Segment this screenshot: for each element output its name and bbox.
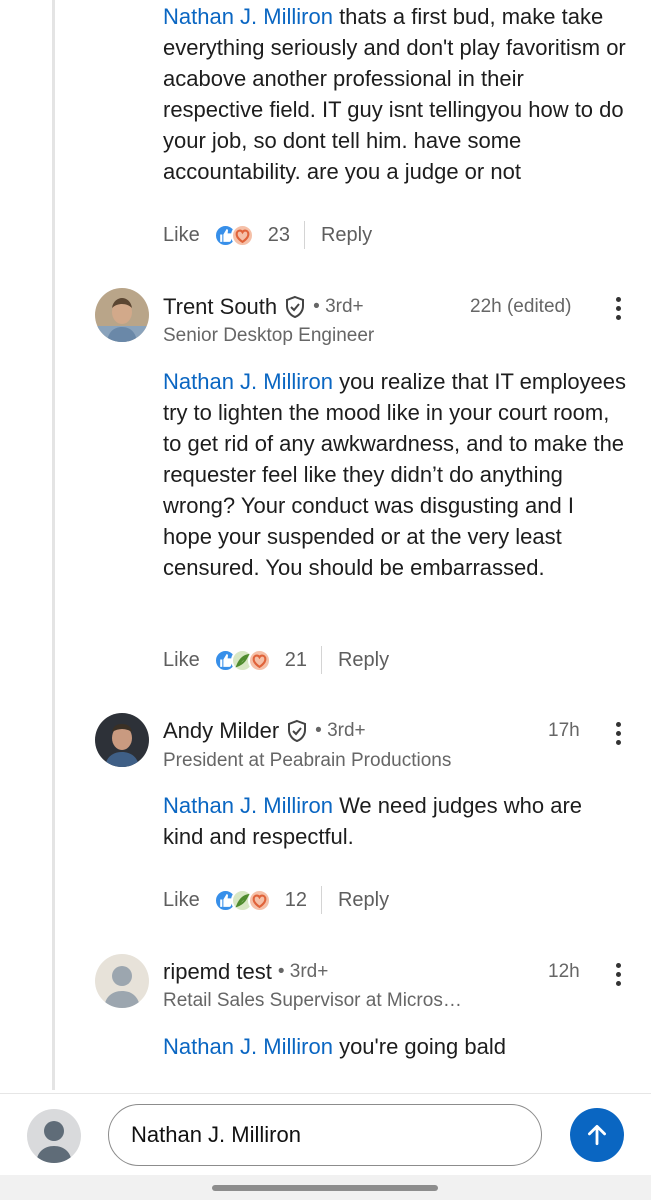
avatar[interactable] [95,954,149,1008]
connection-degree: • 3rd+ [315,720,366,741]
reply-button[interactable]: Reply [338,649,389,672]
send-arrow-icon [588,1124,606,1146]
mention-link[interactable]: Nathan J. Milliron [163,369,333,394]
reaction-count[interactable]: 23 [268,224,290,247]
like-button[interactable]: Like [163,224,200,247]
comment-body: Nathan J. Milliron you realize that IT e… [163,366,628,583]
comment-body: Nathan J. Milliron you're going bald [163,1031,628,1062]
mention-link[interactable]: Nathan J. Milliron [163,1034,333,1059]
comment-actions: Like 23 Reply [163,218,372,252]
author-headline: Senior Desktop Engineer [163,325,375,346]
thread-line [52,0,55,1090]
more-vertical-icon[interactable] [608,718,628,748]
divider [320,886,322,914]
love-icon [247,888,271,912]
comment-text: thats a first bud, make take everything … [163,4,626,184]
reaction-count[interactable]: 21 [285,649,307,672]
reactions-summary[interactable] [213,648,271,672]
reply-button[interactable]: Reply [338,889,389,912]
author-name[interactable]: Andy Milder [163,718,279,744]
connection-degree: • 3rd+ [313,296,364,317]
more-vertical-icon[interactable] [608,293,628,323]
author-name[interactable]: Trent South [163,294,277,320]
love-icon [247,648,271,672]
send-button[interactable] [570,1108,624,1162]
avatar[interactable] [95,713,149,767]
comment-input[interactable]: Nathan J. Milliron [108,1104,542,1166]
verified-shield-icon [288,719,307,743]
divider [303,221,305,249]
mention-link[interactable]: Nathan J. Milliron [163,793,333,818]
divider [320,646,322,674]
comment-composer: Nathan J. Milliron [0,1093,651,1175]
like-button[interactable]: Like [163,649,200,672]
comment-text: you're going bald [332,1034,506,1059]
avatar[interactable] [95,288,149,342]
timestamp: 17h [548,720,580,741]
comment-body: Nathan J. Milliron thats a first bud, ma… [163,1,628,187]
comment-header: Andy Milder • 3rd+ [163,716,366,746]
reactions-summary[interactable] [213,888,271,912]
reactions-summary[interactable] [213,223,254,247]
like-button[interactable]: Like [163,889,200,912]
reaction-count[interactable]: 12 [285,889,307,912]
reply-button[interactable]: Reply [321,224,372,247]
connection-degree: • 3rd+ [277,961,329,982]
author-headline: Retail Sales Supervisor at Micros… [163,990,462,1011]
more-vertical-icon[interactable] [608,959,628,989]
love-icon [230,223,254,247]
comment-header: Trent South • 3rd+ [163,292,364,322]
avatar[interactable] [27,1109,81,1163]
system-nav-bar [0,1175,651,1200]
comment-header: ripemd test • 3rd+ [163,957,328,987]
comment-actions: Like 12 Reply [163,883,389,917]
verified-shield-icon [286,295,305,319]
timestamp: 12h [548,961,580,982]
timestamp: 22h (edited) [470,296,572,317]
comment-text: you realize that IT employees try to lig… [163,369,627,580]
mention-link[interactable]: Nathan J. Milliron [163,4,333,29]
comment-actions: Like 21 Reply [163,643,389,677]
comment-body: Nathan J. Milliron We need judges who ar… [163,790,628,852]
author-name[interactable]: ripemd test [163,959,272,985]
home-indicator[interactable] [212,1185,438,1191]
author-headline: President at Peabrain Productions [163,750,452,771]
